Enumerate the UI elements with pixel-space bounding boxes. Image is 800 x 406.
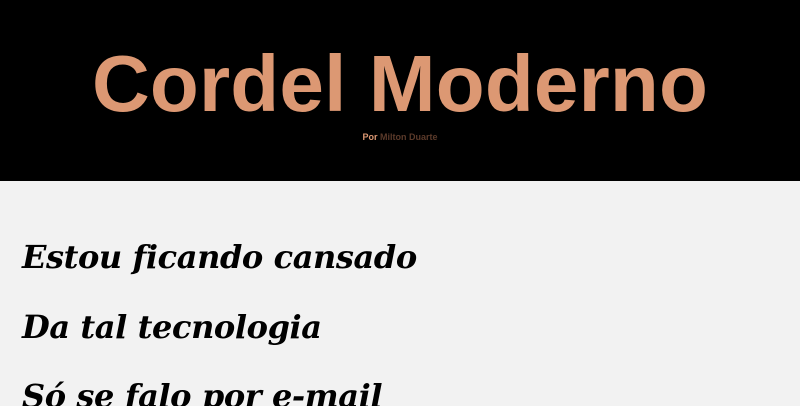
author-byline: Por Milton Duarte <box>0 131 800 143</box>
poem-content: Estou ficando cansado Da tal tecnologia … <box>0 181 800 406</box>
page-title: Cordel Moderno <box>91 39 709 128</box>
page-header: Cordel Moderno Por Milton Duarte <box>0 0 800 181</box>
poem-line-3: Só se falo por e-mail <box>22 377 383 406</box>
poem-line-1: Estou ficando cansado <box>22 238 417 276</box>
poem-line-2: Da tal tecnologia <box>22 308 322 346</box>
byline-prefix: Por <box>362 132 378 142</box>
author-name: Milton Duarte <box>380 132 438 142</box>
